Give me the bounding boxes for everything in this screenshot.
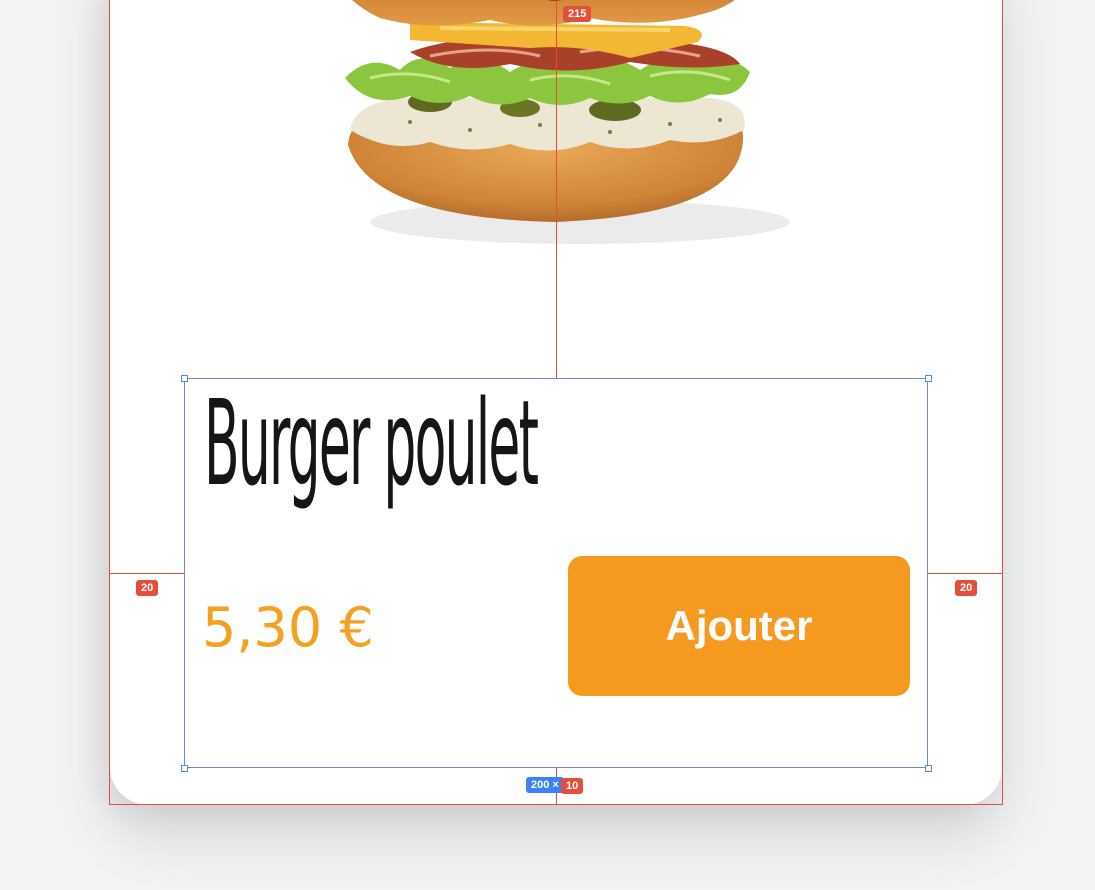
guide-center-vertical-top: [556, 0, 557, 378]
guide-right-margin: [928, 573, 1002, 574]
left-margin-badge: 20: [136, 580, 159, 596]
resize-handle-top-left[interactable]: [181, 375, 188, 382]
top-spacing-badge: 215: [563, 6, 592, 22]
guide-card-right: [1002, 0, 1003, 805]
add-to-cart-button[interactable]: Ajouter: [568, 556, 910, 696]
resize-handle-bottom-right[interactable]: [925, 765, 932, 772]
product-title: Burger poulet: [204, 374, 539, 512]
guide-left-margin: [110, 573, 184, 574]
product-price: 5,30 €: [202, 596, 374, 659]
size-badge: 200 ×: [526, 777, 564, 793]
guide-card-left: [109, 0, 110, 805]
bottom-spacing-badge: 10: [561, 778, 584, 794]
resize-handle-bottom-left[interactable]: [181, 765, 188, 772]
right-margin-badge: 20: [955, 580, 978, 596]
resize-handle-top-right[interactable]: [925, 375, 932, 382]
